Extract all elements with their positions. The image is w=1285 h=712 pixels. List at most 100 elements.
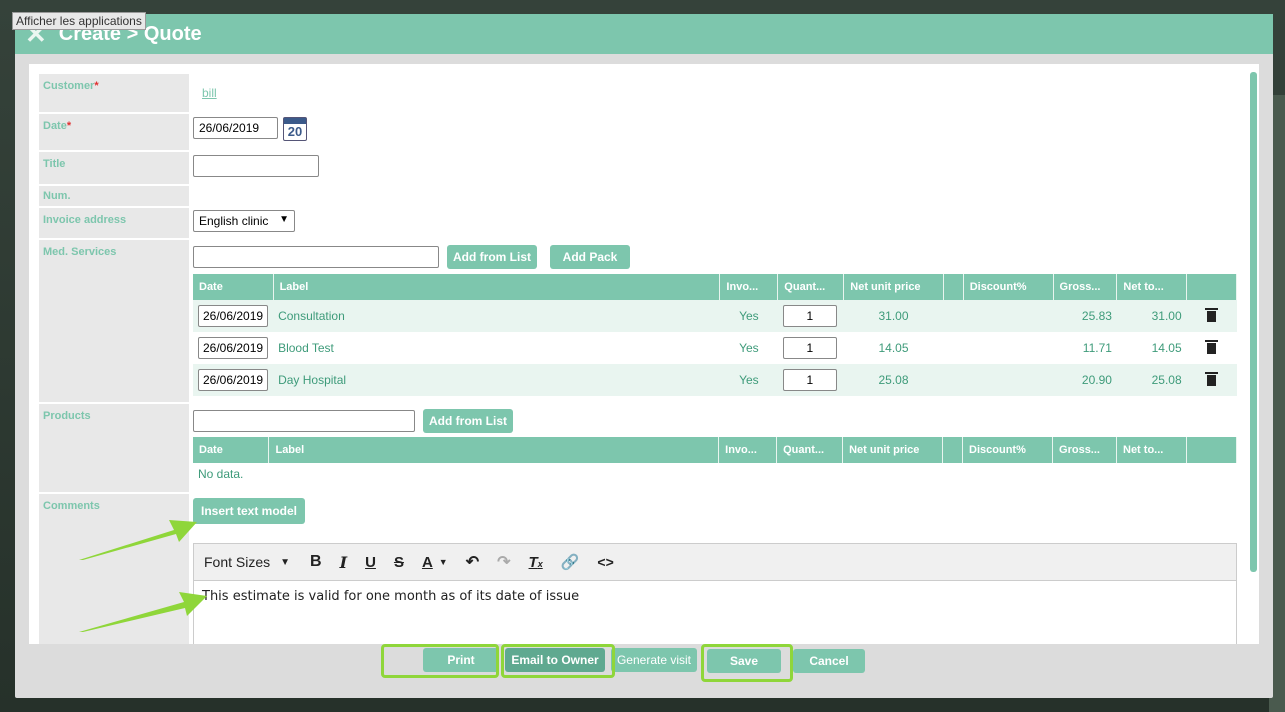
calendar-icon[interactable]: 20	[283, 117, 307, 141]
med-services-row: Med. Services	[39, 240, 189, 402]
table-row: 26/06/2019 Day Hospital Yes 1 25.08 20.9…	[193, 364, 1237, 396]
delete-icon[interactable]	[1205, 371, 1219, 386]
italic-icon[interactable]: I	[340, 553, 347, 572]
generate-visit-button[interactable]: Generate visit	[611, 648, 697, 672]
cancel-button[interactable]: Cancel	[793, 649, 865, 673]
num-label: Num.	[39, 186, 189, 206]
col-blank	[942, 437, 964, 463]
comments-editor: Font Sizes ▼ B I U S A ▼ ↶ ↷ Tx 🔗 <> Thi…	[193, 543, 1237, 644]
row-qty-input[interactable]: 1	[782, 369, 837, 391]
col-discount[interactable]: Discount%	[962, 437, 1054, 463]
delete-icon[interactable]	[1205, 307, 1219, 322]
row-date-input[interactable]: 26/06/2019	[198, 369, 269, 391]
table-row: 26/06/2019 Blood Test Yes 1 14.05 11.71 …	[193, 332, 1237, 364]
med-services-label: Med. Services	[39, 240, 189, 402]
col-label[interactable]: Label	[268, 437, 720, 463]
num-row: Num.	[39, 186, 189, 206]
font-sizes-caret-icon[interactable]: ▼	[280, 557, 290, 568]
col-net-total[interactable]: Net to...	[1116, 274, 1188, 300]
strikethrough-icon[interactable]: S	[394, 554, 404, 571]
editor-text[interactable]: This estimate is valid for one month as …	[194, 581, 1236, 612]
row-net-unit: 31.00	[843, 300, 944, 332]
invoice-address-row: Invoice address	[39, 208, 189, 238]
products-label: Products	[39, 404, 189, 492]
col-actions	[1186, 274, 1237, 300]
row-gross: 25.83	[1053, 300, 1117, 332]
row-date-input[interactable]: 26/06/2019	[198, 305, 269, 327]
products-add-from-list-button[interactable]: Add from List	[423, 409, 513, 433]
products-empty-message: No data.	[193, 463, 1237, 485]
col-gross[interactable]: Gross...	[1053, 274, 1118, 300]
font-sizes-select[interactable]: Font Sizes	[204, 554, 270, 570]
title-row: Title	[39, 152, 189, 184]
editor-toolbar: Font Sizes ▼ B I U S A ▼ ↶ ↷ Tx 🔗 <>	[194, 544, 1236, 581]
col-quantity[interactable]: Quant...	[776, 437, 844, 463]
date-row: Date*	[39, 114, 189, 150]
text-color-caret-icon[interactable]: ▼	[439, 557, 448, 567]
row-net-unit: 14.05	[843, 332, 944, 364]
row-net-unit: 25.08	[843, 364, 944, 396]
row-label: Blood Test	[273, 332, 720, 364]
scrollbar[interactable]	[1250, 72, 1257, 572]
clear-formatting-icon[interactable]: Tx	[529, 554, 543, 571]
title-input[interactable]	[193, 155, 319, 177]
date-label: Date*	[39, 114, 189, 150]
col-invoiced[interactable]: Invo...	[718, 437, 778, 463]
row-invoiced: Yes	[719, 300, 778, 332]
col-date[interactable]: Date	[193, 274, 274, 300]
customer-link[interactable]: bill	[202, 86, 217, 100]
col-discount[interactable]: Discount%	[963, 274, 1054, 300]
redo-icon[interactable]: ↷	[497, 552, 510, 572]
annotation-arrow-text	[79, 592, 207, 632]
dialog-content: Customer* bill Date* 26/06/2019 20 Title…	[29, 64, 1259, 644]
annotation-arrow-insert	[79, 520, 197, 560]
link-icon[interactable]: 🔗	[561, 553, 580, 571]
col-date[interactable]: Date	[193, 437, 270, 463]
invoice-address-label: Invoice address	[39, 208, 189, 238]
row-label: Day Hospital	[273, 364, 720, 396]
date-input[interactable]: 26/06/2019	[193, 117, 278, 139]
col-quantity[interactable]: Quant...	[777, 274, 845, 300]
row-qty-input[interactable]: 1	[782, 337, 837, 359]
col-gross[interactable]: Gross...	[1052, 437, 1117, 463]
dropdown-arrow-icon: ▼	[279, 214, 289, 225]
highlight-save	[701, 644, 793, 682]
row-gross: 11.71	[1053, 332, 1117, 364]
products-table: Date Label Invo... Quant... Net unit pri…	[193, 437, 1238, 485]
col-label[interactable]: Label	[273, 274, 721, 300]
col-net-unit-price[interactable]: Net unit price	[843, 274, 944, 300]
col-actions	[1186, 437, 1238, 463]
col-net-total[interactable]: Net to...	[1116, 437, 1187, 463]
products-search[interactable]	[193, 410, 415, 432]
col-invoiced[interactable]: Invo...	[719, 274, 779, 300]
row-date-input[interactable]: 26/06/2019	[198, 337, 269, 359]
row-invoiced: Yes	[719, 332, 778, 364]
delete-icon[interactable]	[1205, 339, 1219, 354]
row-net-total: 14.05	[1116, 332, 1187, 364]
add-pack-button[interactable]: Add Pack	[550, 245, 630, 269]
col-net-unit-price[interactable]: Net unit price	[842, 437, 944, 463]
products-header-row: Date Label Invo... Quant... Net unit pri…	[193, 437, 1238, 463]
invoice-address-select[interactable]: English clinic ▼	[193, 210, 295, 232]
row-label: Consultation	[273, 300, 720, 332]
undo-icon[interactable]: ↶	[466, 552, 479, 572]
underline-icon[interactable]: U	[365, 554, 376, 571]
services-table: Date Label Invo... Quant... Net unit pri…	[193, 274, 1237, 396]
quote-dialog: ✕ Create > Quote Customer* bill Date* 26…	[15, 14, 1273, 698]
invoice-address-value: English clinic	[199, 214, 269, 228]
highlight-print	[381, 644, 499, 678]
table-row: 26/06/2019 Consultation Yes 1 31.00 25.8…	[193, 300, 1237, 332]
products-row: Products	[39, 404, 189, 492]
row-qty-input[interactable]: 1	[782, 305, 837, 327]
customer-row: Customer*	[39, 74, 189, 112]
text-color-icon[interactable]: A	[422, 554, 433, 571]
insert-text-model-button[interactable]: Insert text model	[193, 498, 305, 524]
row-gross: 20.90	[1053, 364, 1117, 396]
dialog-titlebar: ✕ Create > Quote	[15, 14, 1273, 54]
add-from-list-button[interactable]: Add from List	[447, 245, 537, 269]
col-blank	[943, 274, 964, 300]
bold-icon[interactable]: B	[310, 553, 322, 571]
row-net-total: 31.00	[1116, 300, 1187, 332]
med-services-search[interactable]	[193, 246, 439, 268]
source-code-icon[interactable]: <>	[597, 554, 613, 570]
